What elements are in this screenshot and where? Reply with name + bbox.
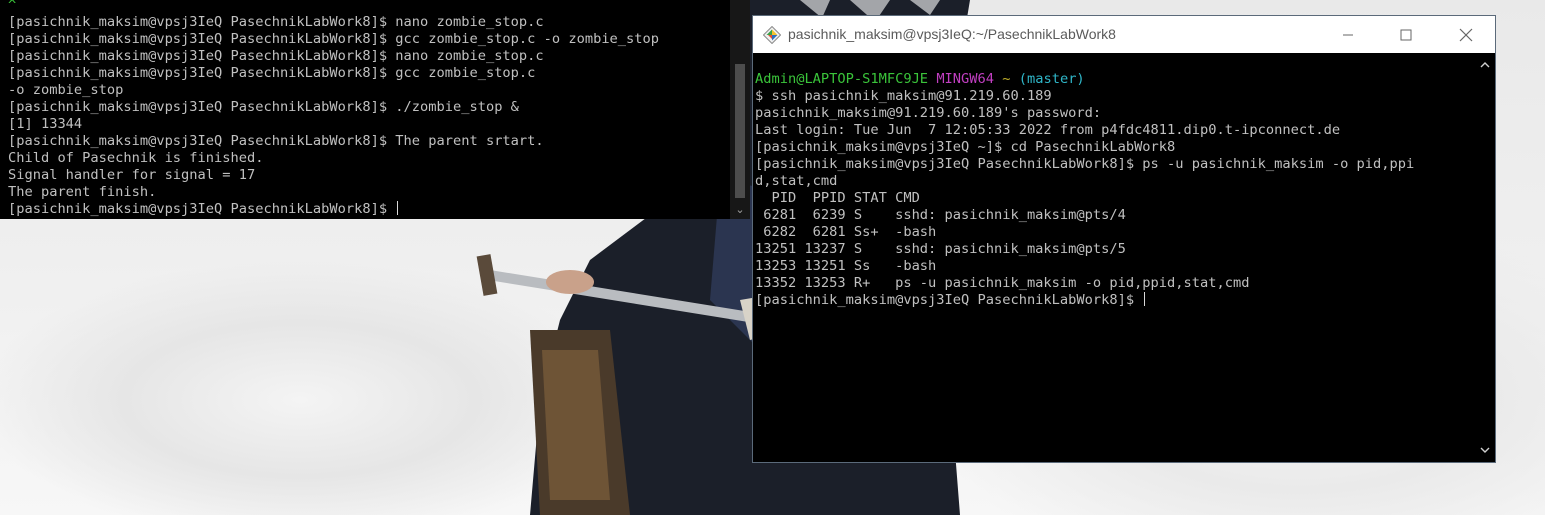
- left-terminal-scrollbar[interactable]: ⌄: [730, 0, 750, 219]
- terminal-line: d,stat,cmd: [755, 173, 838, 189]
- terminal-line: 6281 6239 S sshd: pasichnik_maksim@pts/4: [755, 207, 1126, 223]
- scrollbar-thumb[interactable]: [735, 64, 745, 198]
- terminal-line: 6282 6281 Ss+ -bash: [755, 224, 937, 240]
- terminal-prompt-line[interactable]: [pasichnik_maksim@vpsj3IeQ PasechnikLabW…: [8, 201, 730, 218]
- terminal-output: Admin@LAPTOP-S1MFC9JE MINGW64 ~ (master)…: [755, 71, 1473, 309]
- terminal-line: Signal handler for signal = 17: [8, 167, 256, 183]
- scroll-down-arrow-icon[interactable]: [1479, 444, 1491, 456]
- prompt-text: [pasichnik_maksim@vpsj3IeQ PasechnikLabW…: [8, 201, 396, 217]
- terminal-line: Child of Pasechnik is finished.: [8, 150, 264, 166]
- prompt-user: Admin@LAPTOP-S1MFC9JE: [755, 71, 929, 87]
- terminal-line: -o zombie_stop: [8, 82, 124, 98]
- terminal-line: [pasichnik_maksim@vpsj3IeQ ~]$ cd Pasech…: [755, 139, 1176, 155]
- left-terminal-output: ^ [pasichnik_maksim@vpsj3IeQ PasechnikLa…: [8, 0, 730, 218]
- terminal-line: [pasichnik_maksim@vpsj3IeQ PasechnikLabW…: [755, 156, 1415, 172]
- terminal-line: [pasichnik_maksim@vpsj3IeQ PasechnikLabW…: [8, 48, 544, 64]
- minimize-button[interactable]: [1319, 16, 1377, 53]
- prompt-text: [pasichnik_maksim@vpsj3IeQ PasechnikLabW…: [755, 292, 1143, 308]
- scroll-up-arrow-icon[interactable]: [1479, 59, 1491, 71]
- terminal-line: PID PPID STAT CMD: [755, 190, 920, 206]
- terminal-line: 13253 13251 Ss -bash: [755, 258, 937, 274]
- prompt-branch: (master): [1018, 71, 1085, 87]
- terminal-line: $ ssh pasichnik_maksim@91.219.60.189: [755, 88, 1052, 104]
- window-title: pasichnik_maksim@vpsj3IeQ:~/PasechnikLab…: [788, 26, 1116, 42]
- left-terminal-window[interactable]: ^ [pasichnik_maksim@vpsj3IeQ PasechnikLa…: [0, 0, 750, 219]
- terminal-line: 13352 13253 R+ ps -u pasichnik_maksim -o…: [755, 275, 1250, 291]
- right-terminal-scrollbar[interactable]: [1475, 53, 1495, 462]
- terminal-line: [pasichnik_maksim@vpsj3IeQ PasechnikLabW…: [8, 133, 544, 149]
- terminal-line: ^: [8, 0, 17, 13]
- text-cursor: [1144, 292, 1146, 306]
- prompt-env: MINGW64: [936, 71, 994, 87]
- scroll-down-arrow-icon[interactable]: ⌄: [730, 203, 750, 217]
- terminal-line: 13251 13237 S sshd: pasichnik_maksim@pts…: [755, 241, 1126, 257]
- git-bash-terminal[interactable]: Admin@LAPTOP-S1MFC9JE MINGW64 ~ (master)…: [753, 53, 1495, 462]
- close-icon: [1459, 28, 1473, 41]
- git-bash-window[interactable]: pasichnik_maksim@vpsj3IeQ:~/PasechnikLab…: [752, 15, 1496, 463]
- terminal-prompt-header: Admin@LAPTOP-S1MFC9JE MINGW64 ~ (master): [755, 71, 1473, 88]
- terminal-line: Last login: Tue Jun 7 12:05:33 2022 from…: [755, 122, 1341, 138]
- minimize-icon: [1343, 34, 1353, 35]
- prompt-path: ~: [1002, 71, 1011, 87]
- terminal-line: pasichnik_maksim@91.219.60.189's passwor…: [755, 105, 1102, 121]
- maximize-button[interactable]: [1377, 16, 1435, 53]
- window-title-bar[interactable]: pasichnik_maksim@vpsj3IeQ:~/PasechnikLab…: [753, 16, 1495, 53]
- terminal-line: The parent finish.: [8, 184, 157, 200]
- terminal-line: [pasichnik_maksim@vpsj3IeQ PasechnikLabW…: [8, 99, 519, 115]
- text-cursor: [397, 201, 399, 215]
- git-bash-diamond-icon: [763, 26, 781, 44]
- terminal-line: [pasichnik_maksim@vpsj3IeQ PasechnikLabW…: [8, 14, 544, 30]
- close-button[interactable]: [1437, 16, 1495, 53]
- maximize-icon: [1400, 29, 1412, 40]
- terminal-line: [pasichnik_maksim@vpsj3IeQ PasechnikLabW…: [8, 65, 536, 81]
- terminal-prompt-line[interactable]: [pasichnik_maksim@vpsj3IeQ PasechnikLabW…: [755, 292, 1473, 309]
- terminal-line: [1] 13344: [8, 116, 83, 132]
- terminal-line: [pasichnik_maksim@vpsj3IeQ PasechnikLabW…: [8, 31, 660, 47]
